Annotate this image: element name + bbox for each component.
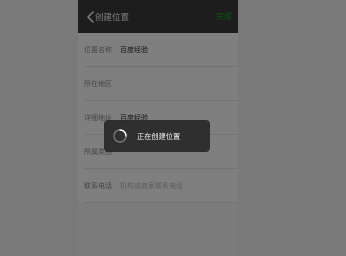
loading-toast: 正在创建位置 — [104, 120, 210, 152]
loading-spinner-icon — [113, 129, 127, 143]
loading-text: 正在创建位置 — [137, 132, 181, 141]
